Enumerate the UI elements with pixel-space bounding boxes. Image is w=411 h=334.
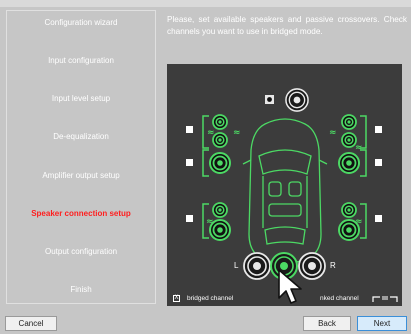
nav-item-input-level-setup[interactable]: Input level setup [7,89,155,109]
nav-item-speaker-connection-setup[interactable]: Speaker connection setup [7,204,155,224]
front-left-woofer-icon[interactable] [209,152,231,174]
front-left-tweeter-icon[interactable] [212,114,228,130]
svg-text:≈: ≈ [233,128,241,138]
bridged-legend-label: bridged channel [187,295,234,302]
svg-text:≈: ≈ [355,143,363,153]
car-outline [242,118,328,264]
linked-legend-label: nked channel [320,295,359,302]
front-right-mid-icon[interactable] [341,132,357,148]
back-button[interactable]: Back [303,316,351,331]
nav-item-configuration-wizard[interactable]: Configuration wizard [7,13,155,33]
center-tweeter-icon[interactable] [265,95,274,104]
window-top-strip [0,0,411,7]
sub-left-label: L [234,261,239,270]
sub-right-label: R [330,261,336,270]
bridge-checkbox-rear-right[interactable] [375,215,382,222]
nav-item-finish[interactable]: Finish [7,280,155,300]
next-button[interactable]: Next [357,316,407,331]
bridge-checkbox-rear-left[interactable] [186,215,193,222]
bridged-legend-box: X [173,295,180,302]
front-left-mid-icon[interactable] [212,132,228,148]
front-right-tweeter-icon[interactable] [341,114,357,130]
bridge-checkbox-front-left-woofer[interactable] [186,159,193,166]
svg-text:≈: ≈ [207,128,215,138]
front-right-woofer-icon[interactable] [338,152,360,174]
nav-item-input-configuration[interactable]: Input configuration [7,51,155,71]
link-icon [372,296,398,302]
rear-left-tweeter-icon[interactable] [212,202,228,218]
nav-item-output-configuration[interactable]: Output configuration [7,242,155,262]
svg-text:≈: ≈ [206,217,214,227]
nav-item-de-equalization[interactable]: De-equalization [7,127,155,147]
bridge-checkbox-front-right-tweeter[interactable] [375,126,382,133]
bridge-checkbox-front-right-woofer[interactable] [375,159,382,166]
bridge-checkbox-front-left-tweeter[interactable] [186,126,193,133]
cancel-button[interactable]: Cancel [5,316,57,331]
rear-right-tweeter-icon[interactable] [341,202,357,218]
wizard-sidebar: Configuration wizard Input configuration… [6,10,156,304]
svg-text:≈: ≈ [329,128,337,138]
sub-left-icon[interactable] [243,252,271,280]
mouse-cursor-icon [278,269,302,304]
center-speaker-icon[interactable] [285,88,309,112]
svg-text:≈: ≈ [355,217,363,227]
instructions-text: Please, set available speakers and passi… [167,15,407,36]
nav-item-amplifier-output-setup[interactable]: Amplifier output setup [7,166,155,186]
